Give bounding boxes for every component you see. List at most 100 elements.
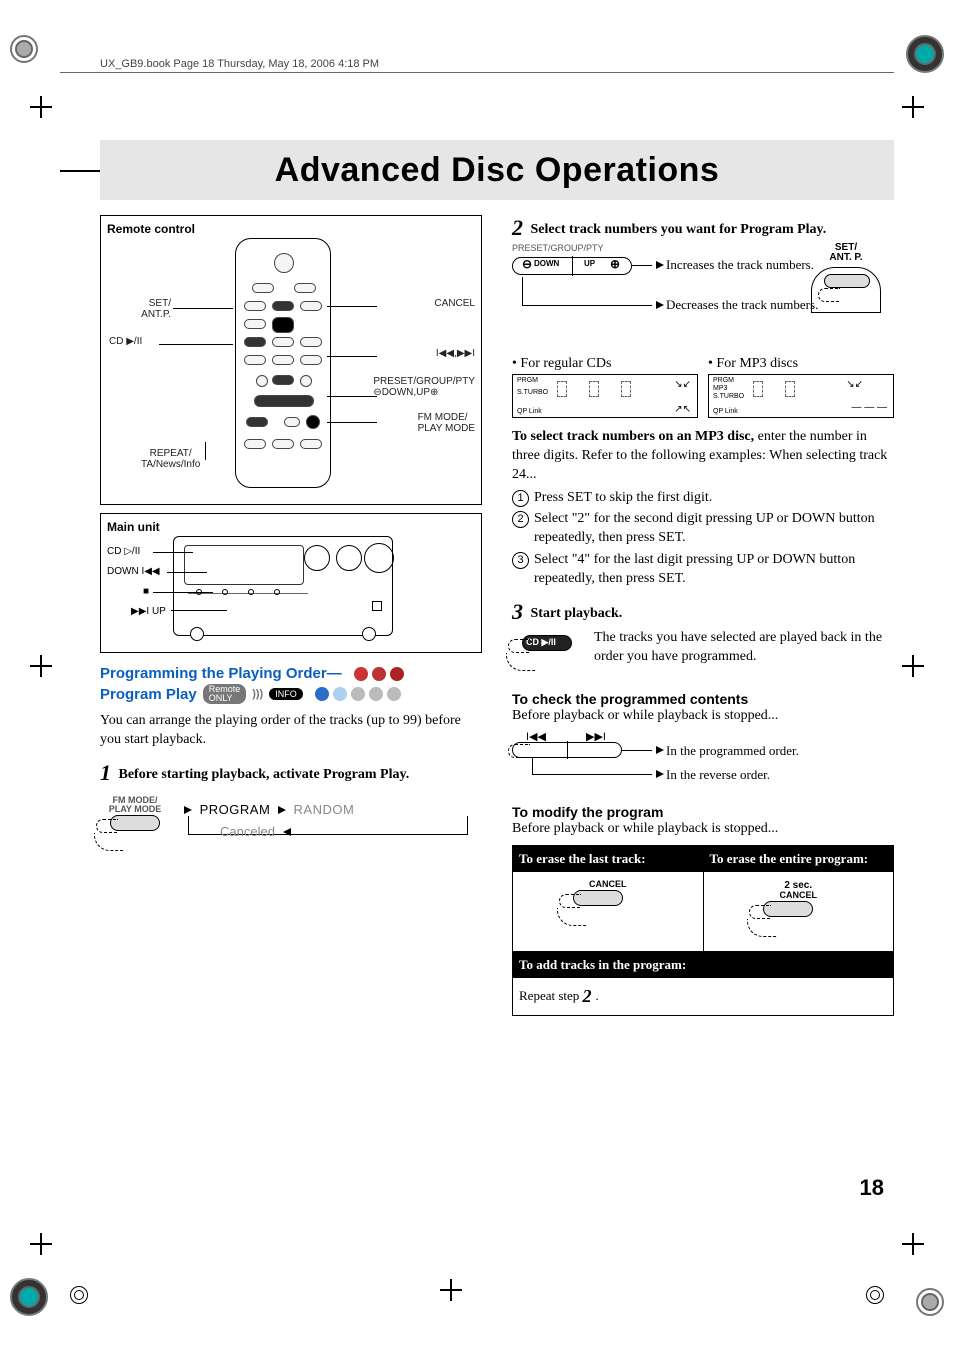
step-3-title: Start playback. xyxy=(531,606,623,621)
prev-icon: I◀◀ xyxy=(526,730,546,743)
dot-icon xyxy=(333,687,347,701)
cancel-caption: CANCEL xyxy=(563,880,653,889)
step-number-1: 1 xyxy=(100,760,111,785)
crop-mark xyxy=(902,96,924,118)
updown-diagram: PRESET/GROUP/PTY ⊖ DOWN UP ⊕ Increases t… xyxy=(512,243,894,353)
check-reverse: In the reverse order. xyxy=(666,766,770,784)
flow-program: PROGRAM xyxy=(200,802,271,817)
registration-mark xyxy=(906,35,944,73)
mp3-step-2: Select "2" for the second digit pressing… xyxy=(512,510,894,548)
dot-icon xyxy=(372,667,386,681)
section-intro: You can arrange the playing order of the… xyxy=(100,712,482,750)
next-icon: ▶▶I xyxy=(586,730,606,743)
flow-random: RANDOM xyxy=(294,802,355,817)
cd-play-label: CD ▶/II xyxy=(526,637,556,648)
button-caption: FM MODE/ PLAY MODE xyxy=(100,796,170,815)
mp3-step-3: Select "4" for the last digit pressing U… xyxy=(512,551,894,589)
step-2: 2 Select track numbers you want for Prog… xyxy=(512,215,894,589)
manual-page: UX_GB9.book Page 18 Thursday, May 18, 20… xyxy=(0,0,954,1351)
preset-caption: PRESET/GROUP/PTY xyxy=(512,243,604,253)
main-unit-title: Main unit xyxy=(107,520,475,534)
label-cd-play: CD ▶/II xyxy=(109,336,142,347)
repeat-step-text: Repeat step xyxy=(519,988,583,1003)
badge-info: INFO xyxy=(269,688,303,700)
section-title-line1: Programming the Playing Order— xyxy=(100,665,342,682)
repeat-step-num: 2 xyxy=(583,986,592,1006)
dot-icon xyxy=(351,687,365,701)
crop-mark xyxy=(30,96,52,118)
step-2-text: Select track numbers you want for Progra… xyxy=(531,222,827,237)
play-mode-button-diagram: FM MODE/ PLAY MODE xyxy=(100,796,170,857)
increase-text: Increases the track numbers. xyxy=(666,257,814,273)
page-title: Advanced Disc Operations xyxy=(275,151,720,190)
badge-remote-only: Remote ONLY xyxy=(203,684,247,704)
label-cancel: CANCEL xyxy=(434,298,475,309)
crop-target xyxy=(70,1286,88,1304)
label-mu-stop: ■ xyxy=(143,586,149,597)
crop-mark xyxy=(30,655,52,677)
set-caption: SET/ ANT. P. xyxy=(798,243,894,263)
label-repeat: REPEAT/ TA/News/Info xyxy=(141,448,200,470)
registration-mark xyxy=(916,1288,944,1316)
dot-icon xyxy=(390,667,404,681)
registration-mark xyxy=(10,1278,48,1316)
label-set-antp: SET/ ANT.P. xyxy=(107,298,171,320)
registration-mark xyxy=(10,35,38,63)
crop-mark xyxy=(30,1233,52,1255)
arrow-right-icon xyxy=(656,261,664,269)
crop-mark xyxy=(440,1279,462,1301)
label-preset: PRESET/GROUP/PTY ⊖DOWN,UP⊕ xyxy=(373,376,475,398)
th-erase-last: To erase the last track: xyxy=(513,845,704,872)
title-rule xyxy=(60,170,100,172)
decrease-text: Decreases the track numbers. xyxy=(666,297,818,313)
mp3-step-1: Press SET to skip the first digit. xyxy=(512,489,894,508)
label-fm-mode: FM MODE/ PLAY MODE xyxy=(418,412,475,434)
down-label: DOWN xyxy=(534,259,559,268)
step-1: 1 Before starting playback, activate Pro… xyxy=(100,760,482,857)
header-rule xyxy=(60,72,894,73)
set-button-diagram: SET/ ANT. P. xyxy=(798,243,894,313)
th-erase-all: To erase the entire program: xyxy=(703,845,894,872)
section-heading: Programming the Playing Order— Program P… xyxy=(100,665,482,704)
for-regular-cds: • For regular CDs xyxy=(512,355,698,374)
label-mu-up: ▶▶I UP xyxy=(131,606,166,617)
dot-icon xyxy=(315,687,329,701)
arrow-right-icon xyxy=(656,746,664,754)
cell-add-tracks: Repeat step 2. xyxy=(513,978,894,1016)
lcd-mp3-disc: PRGM MP3 S.TURBO QP Link ↘↙ — — — xyxy=(708,374,894,418)
left-column: Remote control xyxy=(100,215,482,1191)
label-mu-down: DOWN I◀◀ xyxy=(107,566,160,577)
page-number: 18 xyxy=(860,1175,884,1201)
arrow-right-icon xyxy=(278,806,286,814)
arrow-right-icon xyxy=(656,770,664,778)
check-diagram: I◀◀ ▶▶I In the programmed order. In the … xyxy=(512,730,894,790)
mp3-steps: Press SET to skip the first digit. Selec… xyxy=(512,489,894,589)
th-add-tracks: To add tracks in the program: xyxy=(513,951,894,978)
check-heading: To check the programmed contents xyxy=(512,691,894,707)
step-number-3: 3 xyxy=(512,599,523,624)
mp3-lead: To select track numbers on an MP3 disc, xyxy=(512,429,754,444)
cell-erase-last: CANCEL xyxy=(513,872,704,951)
plus-icon: ⊕ xyxy=(610,257,620,271)
modify-intro: Before playback or while playback is sto… xyxy=(512,820,894,839)
step-number-2: 2 xyxy=(512,215,523,240)
dot-icon xyxy=(387,687,401,701)
dot-icon xyxy=(354,667,368,681)
label-mu-cd: CD ▷/II xyxy=(107,546,140,557)
cell-erase-all: 2 sec. CANCEL xyxy=(703,872,894,951)
up-label: UP xyxy=(584,259,595,268)
right-column: 2 Select track numbers you want for Prog… xyxy=(512,215,894,1191)
step-3-text: The tracks you have selected are played … xyxy=(594,629,894,667)
arrow-right-icon xyxy=(184,806,192,814)
cancel-caption: CANCEL xyxy=(753,891,843,900)
check-programmed: In the programmed order. xyxy=(666,742,799,760)
modify-heading: To modify the program xyxy=(512,804,894,820)
lcd-regular-cd: PRGM S.TURBO QP Link ↘↙ ↗↖ xyxy=(512,374,698,418)
flow-canceled: Canceled xyxy=(220,824,275,839)
main-unit-diagram: Main unit CD ▷/II xyxy=(100,513,482,653)
crop-mark xyxy=(902,655,924,677)
modify-table: To erase the last track: To erase the en… xyxy=(512,845,894,1017)
repeat-step-dot: . xyxy=(596,988,599,1003)
source-path: UX_GB9.book Page 18 Thursday, May 18, 20… xyxy=(100,58,379,70)
page-title-band: Advanced Disc Operations xyxy=(100,140,894,200)
